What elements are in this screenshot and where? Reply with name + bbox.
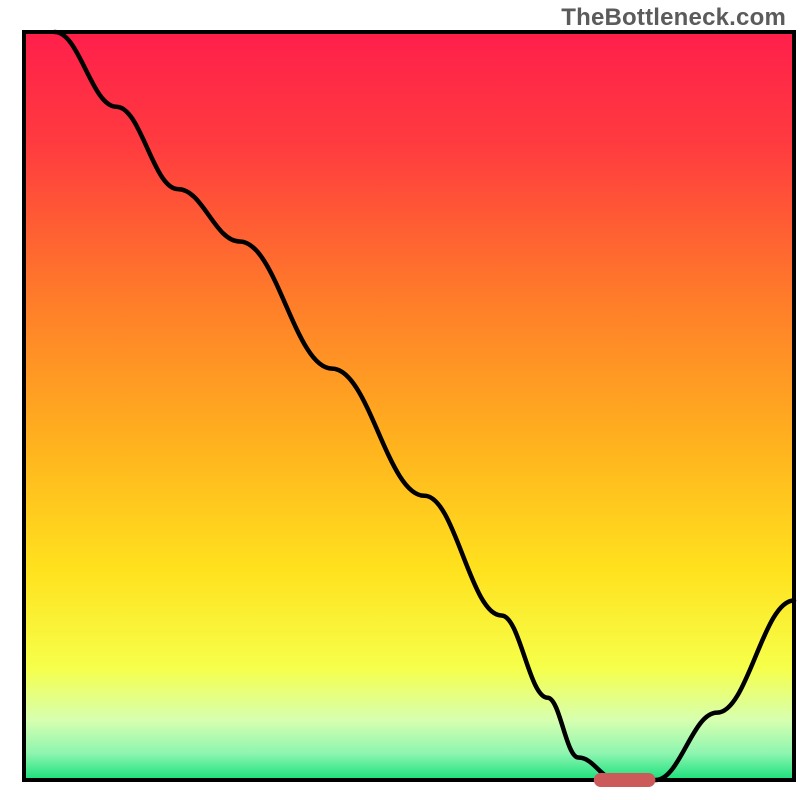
- optimal-marker: [594, 773, 656, 787]
- watermark-text: TheBottleneck.com: [561, 4, 786, 32]
- chart-stage: TheBottleneck.com: [0, 0, 800, 800]
- bottleneck-chart: [0, 0, 800, 800]
- gradient-background: [24, 32, 794, 780]
